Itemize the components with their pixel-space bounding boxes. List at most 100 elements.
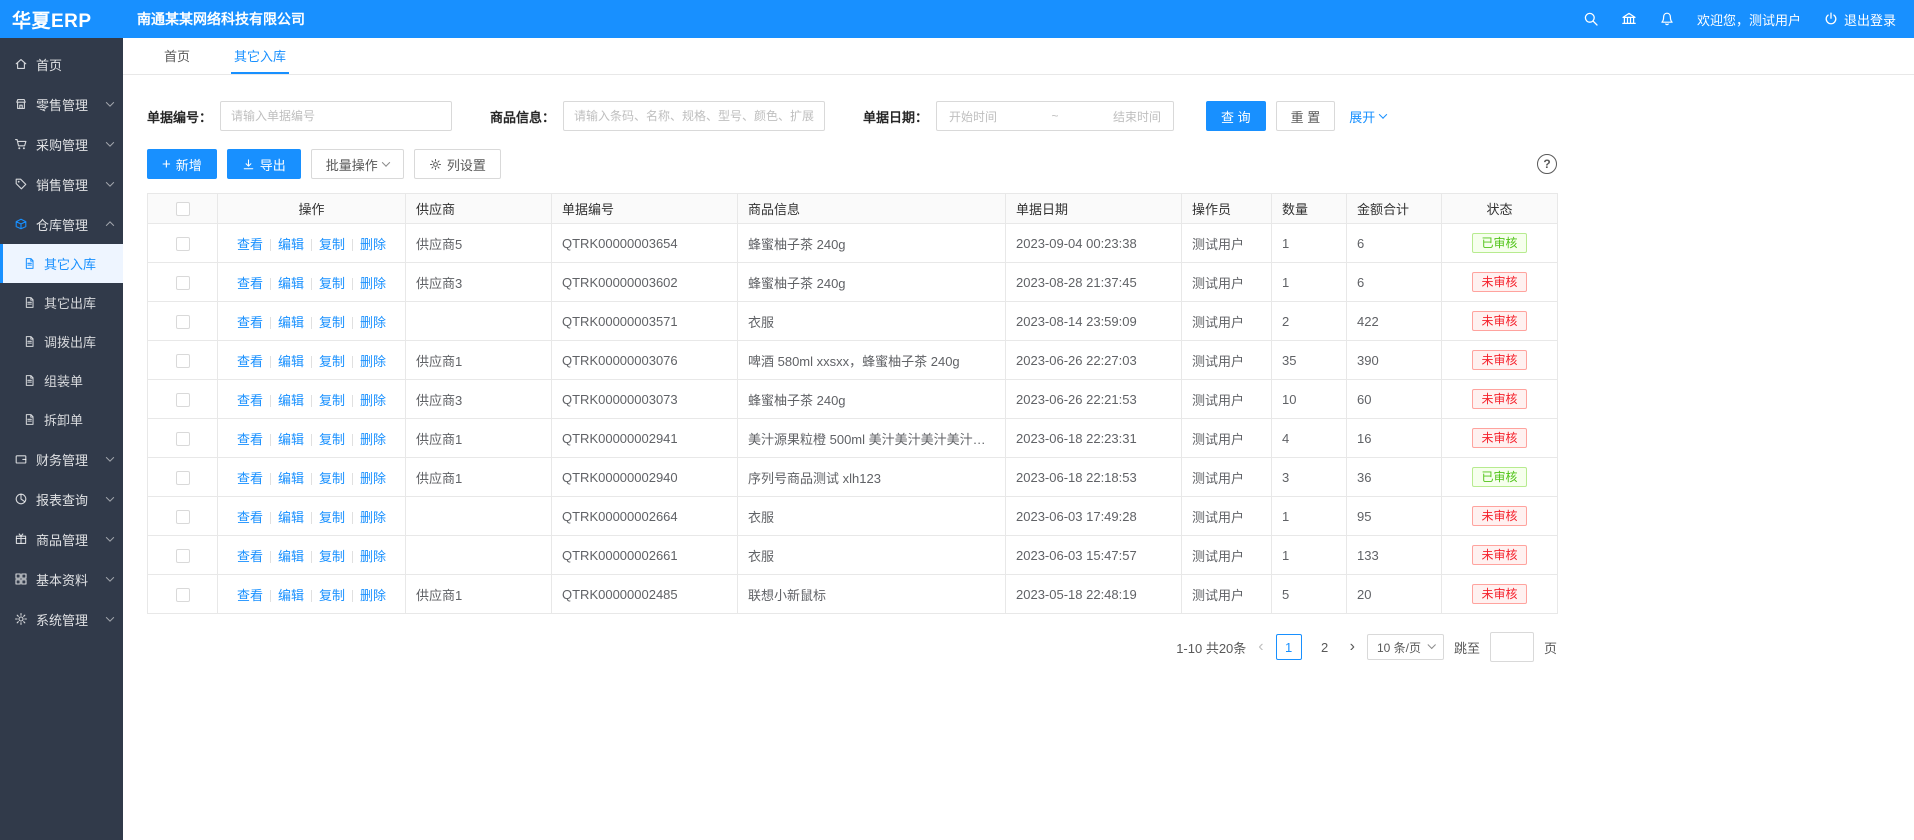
page-size-select[interactable]: 10 条/页 [1367,634,1444,660]
row-checkbox[interactable] [176,315,190,329]
page-button-1[interactable]: 1 [1276,634,1302,660]
action-edit-link[interactable]: 编辑 [278,315,304,330]
action-view-link[interactable]: 查看 [237,510,263,525]
action-copy-link[interactable]: 复制 [319,237,345,252]
action-copy-link[interactable]: 复制 [319,588,345,603]
action-copy-link[interactable]: 复制 [319,549,345,564]
action-view-link[interactable]: 查看 [237,354,263,369]
column-settings-button[interactable]: 列设置 [414,149,501,179]
row-checkbox[interactable] [176,237,190,251]
action-delete-link[interactable]: 删除 [360,237,386,252]
welcome-user-text[interactable]: 欢迎您，测试用户 [1697,10,1801,29]
sidebar-item-finance[interactable]: 财务管理 [0,439,123,479]
action-copy-link[interactable]: 复制 [319,315,345,330]
action-copy-link[interactable]: 复制 [319,354,345,369]
bill-no-input[interactable] [220,101,452,131]
action-copy-link[interactable]: 复制 [319,471,345,486]
sidebar-item-retail[interactable]: 零售管理 [0,84,123,124]
toolbar-row: + 新增 导出 批量操作 [147,149,1557,179]
action-delete-link[interactable]: 删除 [360,471,386,486]
sidebar-subitem-allocate-out[interactable]: 调拨出库 [0,322,123,361]
logout-button[interactable]: 退出登录 [1823,10,1896,29]
action-delete-link[interactable]: 删除 [360,549,386,564]
date-range-picker[interactable]: 开始时间 ~ 结束时间 [936,101,1174,131]
sidebar-item-goods[interactable]: 商品管理 [0,519,123,559]
action-view-link[interactable]: 查看 [237,237,263,252]
next-page-button[interactable]: › [1348,639,1357,655]
row-checkbox[interactable] [176,432,190,446]
sidebar-item-system[interactable]: 系统管理 [0,599,123,639]
action-delete-link[interactable]: 删除 [360,510,386,525]
action-view-link[interactable]: 查看 [237,276,263,291]
action-view-link[interactable]: 查看 [237,588,263,603]
action-delete-link[interactable]: 删除 [360,588,386,603]
row-checkbox[interactable] [176,588,190,602]
action-copy-link[interactable]: 复制 [319,432,345,447]
add-button[interactable]: + 新增 [147,149,217,179]
row-checkbox[interactable] [176,471,190,485]
jump-page-input[interactable] [1490,632,1534,662]
select-all-checkbox[interactable] [176,202,190,216]
row-checkbox[interactable] [176,549,190,563]
action-edit-link[interactable]: 编辑 [278,471,304,486]
tab-other-inbound[interactable]: 其它入库 [231,38,289,74]
expand-filters-link[interactable]: 展开 [1349,107,1386,126]
cell-supplier [406,536,552,575]
action-delete-link[interactable]: 删除 [360,393,386,408]
page-button-2[interactable]: 2 [1312,634,1338,660]
action-copy-link[interactable]: 复制 [319,393,345,408]
action-edit-link[interactable]: 编辑 [278,393,304,408]
action-edit-link[interactable]: 编辑 [278,354,304,369]
sidebar-item-warehouse[interactable]: 仓库管理 [0,204,123,244]
cell-total: 95 [1347,497,1442,536]
action-copy-link[interactable]: 复制 [319,510,345,525]
help-icon[interactable]: ? [1537,154,1557,174]
action-delete-link[interactable]: 删除 [360,276,386,291]
action-delete-link[interactable]: 删除 [360,354,386,369]
tab-home[interactable]: 首页 [161,38,193,74]
action-copy-link[interactable]: 复制 [319,276,345,291]
notification-bell-icon[interactable] [1659,11,1675,27]
action-edit-link[interactable]: 编辑 [278,276,304,291]
search-button[interactable]: 查 询 [1206,101,1266,131]
sidebar-subitem-other-in[interactable]: 其它入库 [0,244,123,283]
sidebar-subitem-assemble[interactable]: 组装单 [0,361,123,400]
export-button[interactable]: 导出 [227,149,301,179]
sidebar-subitem-disassemble[interactable]: 拆卸单 [0,400,123,439]
action-edit-link[interactable]: 编辑 [278,588,304,603]
row-checkbox[interactable] [176,393,190,407]
action-separator [270,551,271,563]
account-set-icon[interactable] [1621,11,1637,27]
action-edit-link[interactable]: 编辑 [278,549,304,564]
sidebar-item-basic[interactable]: 基本资料 [0,559,123,599]
action-edit-link[interactable]: 编辑 [278,237,304,252]
action-separator [311,395,312,407]
sidebar-item-purchase[interactable]: 采购管理 [0,124,123,164]
action-view-link[interactable]: 查看 [237,393,263,408]
prev-page-button[interactable]: ‹ [1256,639,1265,655]
cell-total: 20 [1347,575,1442,614]
sidebar-item-report[interactable]: 报表查询 [0,479,123,519]
sidebar-item-home[interactable]: 首页 [0,44,123,84]
batch-actions-button[interactable]: 批量操作 [311,149,404,179]
sidebar-item-sales[interactable]: 销售管理 [0,164,123,204]
row-checkbox[interactable] [176,354,190,368]
action-edit-link[interactable]: 编辑 [278,432,304,447]
row-checkbox-cell [148,380,218,419]
goods-info-input[interactable] [563,101,825,131]
action-delete-link[interactable]: 删除 [360,432,386,447]
sidebar-subitem-other-out[interactable]: 其它出库 [0,283,123,322]
action-view-link[interactable]: 查看 [237,432,263,447]
action-view-link[interactable]: 查看 [237,315,263,330]
action-view-link[interactable]: 查看 [237,471,263,486]
other-inbound-table: 操作供应商单据编号商品信息单据日期操作员数量金额合计状态 查看编辑复制删除供应商… [147,193,1558,614]
cell-supplier [406,302,552,341]
action-view-link[interactable]: 查看 [237,549,263,564]
action-delete-link[interactable]: 删除 [360,315,386,330]
row-checkbox[interactable] [176,510,190,524]
search-icon[interactable] [1583,11,1599,27]
row-checkbox[interactable] [176,276,190,290]
action-edit-link[interactable]: 编辑 [278,510,304,525]
sidebar-item-label: 基本资料 [36,570,88,589]
reset-button[interactable]: 重 置 [1276,101,1336,131]
